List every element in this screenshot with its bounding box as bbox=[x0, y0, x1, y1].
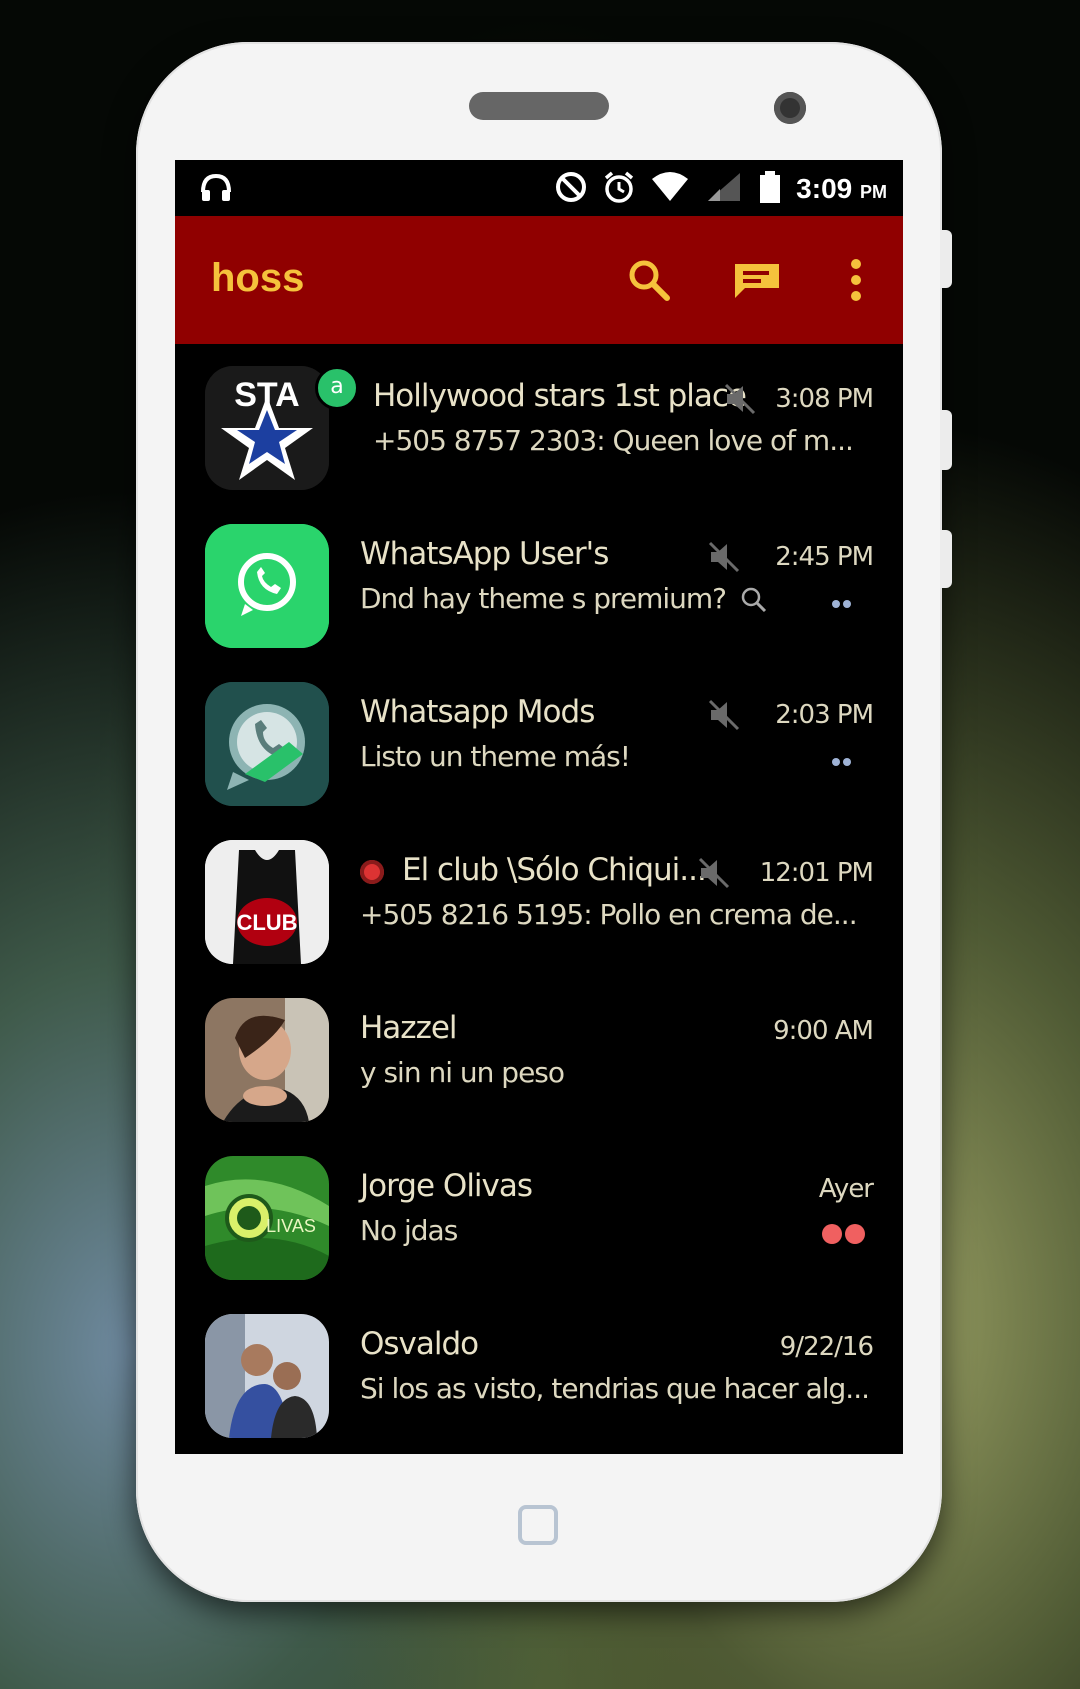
wifi-icon bbox=[650, 171, 690, 207]
admin-badge: a bbox=[315, 366, 359, 410]
do-not-disturb-icon bbox=[554, 170, 588, 208]
search-icon[interactable] bbox=[627, 258, 671, 306]
unread-dot bbox=[845, 1224, 865, 1244]
muted-icon bbox=[697, 856, 731, 894]
chat-time: 3:08 PM bbox=[775, 384, 874, 414]
volume-up-button bbox=[940, 230, 952, 288]
headset-icon bbox=[199, 172, 233, 208]
avatar[interactable] bbox=[205, 1314, 329, 1438]
home-button[interactable] bbox=[518, 1505, 558, 1545]
unread-indicator bbox=[832, 600, 851, 608]
volume-down-button bbox=[940, 410, 952, 470]
chat-name: Whatsapp Mods bbox=[360, 694, 595, 730]
ladybug-emoji-icon bbox=[360, 859, 384, 884]
phone-screen: 3:09 PM hoss STA a Hollywood stars 1st p… bbox=[175, 160, 903, 1454]
chat-name: Hazzel bbox=[360, 1010, 458, 1046]
app-title: hoss bbox=[211, 256, 305, 300]
svg-text:LIVAS: LIVAS bbox=[266, 1216, 316, 1236]
chat-row[interactable]: STA a Hollywood stars 1st place 3:08 PM … bbox=[175, 344, 903, 502]
unread-dot bbox=[843, 758, 851, 766]
avatar[interactable]: CLUB bbox=[205, 840, 329, 964]
chat-name: El club \Sólo Chiqui... bbox=[360, 852, 707, 888]
chat-row[interactable]: Osvaldo 9/22/16 Si los as visto, tendria… bbox=[175, 1292, 903, 1450]
avatar[interactable]: LIVAS bbox=[205, 1156, 329, 1280]
status-bar: 3:09 PM bbox=[175, 160, 903, 216]
chat-row[interactable]: CLUB El club \Sólo Chiqui... 12:01 PM +5… bbox=[175, 818, 903, 976]
unread-dot bbox=[843, 600, 851, 608]
unread-indicator bbox=[822, 1224, 865, 1244]
chat-list: STA a Hollywood stars 1st place 3:08 PM … bbox=[175, 344, 903, 1450]
chat-time: 9:00 AM bbox=[773, 1016, 874, 1046]
unread-dot bbox=[832, 758, 840, 766]
chat-last-message: +505 8216 5195: Pollo en crema de... bbox=[360, 898, 858, 931]
more-options-icon[interactable] bbox=[849, 258, 863, 306]
avatar[interactable] bbox=[205, 998, 329, 1122]
chat-time: 12:01 PM bbox=[759, 858, 874, 888]
chat-row[interactable]: LIVAS Jorge Olivas Ayer No jdas bbox=[175, 1134, 903, 1292]
muted-icon bbox=[707, 698, 741, 736]
chat-last-message: Dnd hay theme s premium? bbox=[360, 582, 768, 615]
alarm-icon bbox=[602, 170, 636, 208]
clock: 3:09 PM bbox=[796, 173, 887, 205]
signal-icon bbox=[704, 171, 744, 207]
clock-ampm: PM bbox=[860, 182, 887, 202]
chat-name-text: El club \Sólo Chiqui... bbox=[402, 852, 707, 888]
chat-time: 9/22/16 bbox=[779, 1332, 874, 1362]
avatar[interactable]: STA bbox=[205, 366, 329, 490]
unread-dot bbox=[822, 1224, 842, 1244]
front-camera bbox=[774, 92, 806, 124]
chat-name: Osvaldo bbox=[360, 1326, 479, 1362]
muted-icon bbox=[723, 382, 757, 420]
avatar[interactable] bbox=[205, 524, 329, 648]
chat-row[interactable]: Hazzel 9:00 AM y sin ni un peso bbox=[175, 976, 903, 1134]
chat-last-message: +505 8757 2303: Queen love of m... bbox=[373, 424, 854, 457]
battery-icon bbox=[758, 170, 782, 208]
clock-time: 3:09 bbox=[796, 173, 853, 204]
svg-text:CLUB: CLUB bbox=[236, 910, 297, 935]
unread-indicator bbox=[832, 758, 851, 766]
chat-time: Ayer bbox=[818, 1174, 874, 1204]
chat-time: 2:03 PM bbox=[775, 700, 874, 730]
avatar[interactable] bbox=[205, 682, 329, 806]
unread-dot bbox=[832, 600, 840, 608]
chat-last-message-text: Dnd hay theme s premium? bbox=[360, 582, 727, 615]
chat-last-message: y sin ni un peso bbox=[360, 1056, 565, 1089]
new-chat-icon[interactable] bbox=[731, 258, 783, 306]
search-message-icon bbox=[741, 587, 766, 613]
app-toolbar: hoss bbox=[175, 216, 903, 344]
earpiece-speaker bbox=[469, 92, 609, 120]
chat-row[interactable]: Whatsapp Mods 2:03 PM Listo un theme más… bbox=[175, 660, 903, 818]
chat-last-message: Listo un theme más! bbox=[360, 740, 631, 773]
chat-name: Jorge Olivas bbox=[360, 1168, 533, 1204]
power-button bbox=[940, 530, 952, 588]
chat-last-message: Si los as visto, tendrias que hacer alg.… bbox=[360, 1372, 870, 1405]
chat-name: Hollywood stars 1st place bbox=[373, 378, 747, 414]
chat-name: WhatsApp User's bbox=[360, 536, 609, 572]
chat-row[interactable]: WhatsApp User's 2:45 PM Dnd hay theme s … bbox=[175, 502, 903, 660]
chat-time: 2:45 PM bbox=[775, 542, 874, 572]
chat-last-message: No jdas bbox=[360, 1214, 458, 1247]
muted-icon bbox=[707, 540, 741, 578]
